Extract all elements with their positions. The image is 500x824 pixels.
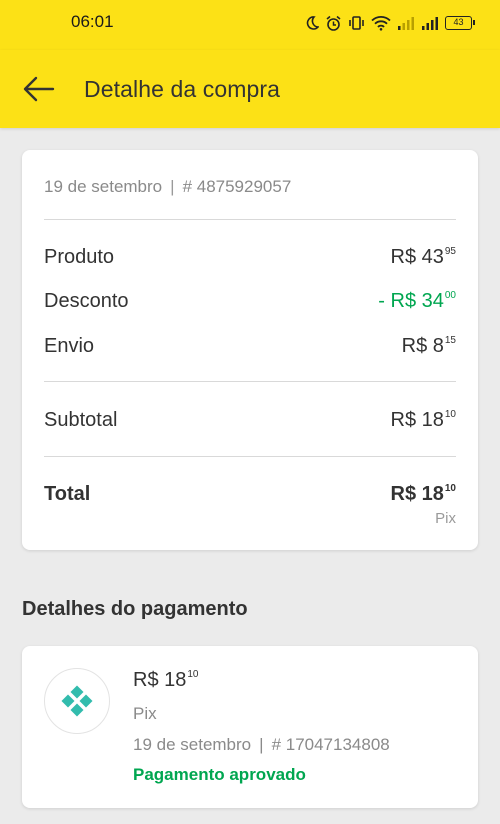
payment-date: 19 de setembro: [133, 735, 252, 754]
pix-icon: [61, 685, 93, 717]
payment-amount: R$ 1810: [133, 669, 199, 691]
vibrate-icon: [348, 15, 365, 31]
total-payment-method: Pix: [435, 510, 456, 527]
desconto-label: Desconto: [44, 290, 129, 312]
app-bar: Detalhe da compra: [0, 50, 500, 128]
total-amount: R$ 1810: [390, 483, 457, 505]
separator: |: [259, 735, 264, 754]
desconto-amount: - R$ 3400: [378, 290, 456, 312]
row-desconto: Desconto - R$ 3400: [44, 290, 456, 313]
row-subtotal: Subtotal R$ 1810: [44, 409, 456, 432]
separator: |: [170, 177, 175, 196]
status-time: 06:01: [71, 12, 114, 31]
pix-icon-container: [44, 668, 110, 734]
signal-strong-icon: [421, 16, 439, 31]
status-icons: 43: [305, 15, 475, 32]
status-bar: 06:01 43: [0, 0, 500, 50]
payment-status: Pagamento aprovado: [133, 765, 306, 784]
back-button[interactable]: [19, 69, 59, 109]
order-date: 19 de setembro: [44, 177, 163, 196]
payment-section-title: Detalhes do pagamento: [22, 598, 248, 620]
row-envio: Envio R$ 815: [44, 335, 456, 358]
transaction-number: # 17047134808: [271, 735, 390, 754]
row-total: Total R$ 1810: [44, 483, 456, 506]
signal-weak-icon: [397, 16, 415, 31]
subtotal-label: Subtotal: [44, 409, 118, 431]
battery-icon: 43: [445, 16, 475, 30]
wifi-icon: [371, 15, 391, 31]
payment-card[interactable]: R$ 1810 Pix 19 de setembro | # 17047134808…: [22, 646, 478, 808]
produto-label: Produto: [44, 246, 115, 268]
order-meta: 19 de setembro | # 4875929057: [44, 177, 291, 197]
total-label: Total: [44, 483, 91, 505]
payment-method: Pix: [133, 704, 157, 723]
subtotal-amount: R$ 1810: [390, 409, 457, 431]
payment-meta: 19 de setembro | # 17047134808: [133, 735, 390, 755]
row-produto: Produto R$ 4395: [44, 246, 456, 269]
divider: [44, 381, 456, 382]
produto-amount: R$ 4395: [390, 246, 457, 268]
divider: [44, 456, 456, 457]
order-number: # 4875929057: [182, 177, 292, 196]
moon-icon: [305, 15, 319, 31]
divider: [44, 219, 456, 220]
envio-label: Envio: [44, 335, 95, 357]
envio-amount: R$ 815: [401, 335, 456, 357]
alarm-icon: [325, 15, 342, 32]
arrow-left-icon: [23, 76, 55, 102]
purchase-summary-card: 19 de setembro | # 4875929057 Produto R$ 4…: [22, 150, 478, 550]
page-title: Detalhe da compra: [84, 75, 281, 102]
